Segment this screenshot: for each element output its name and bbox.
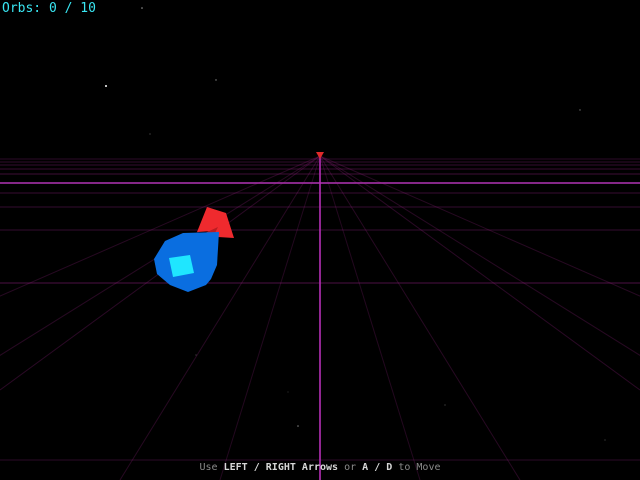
instructions-slash: / [374,462,381,473]
orbs-total: 10 [80,1,96,16]
star [297,425,299,427]
instructions-or: or [344,462,357,473]
key-d-label: D [386,462,393,473]
orb-counter: Orbs: 0 / 10 [2,1,96,17]
star [105,85,107,87]
key-left-label: LEFT [223,462,248,473]
star [149,133,151,135]
star [604,439,606,441]
orb-counter-label: Orbs: [2,1,42,16]
key-a-label: A [362,462,369,473]
game-scene [0,0,640,480]
star [141,7,143,9]
star [215,79,217,81]
orbs-collected: 0 [48,1,57,16]
arrows-label: Arrows [301,462,339,473]
game-viewport[interactable]: Orbs: 0 / 10 Use LEFT / RIGHT Arrows or … [0,0,640,480]
instructions-prefix: Use [199,462,218,473]
ship-cockpit [169,255,194,277]
controls-instructions: Use LEFT / RIGHT Arrows or A / D to Move [0,462,640,474]
star [444,404,446,406]
star [579,109,581,111]
instructions-suffix: to Move [398,462,441,473]
instructions-slash: / [253,462,260,473]
star [287,391,289,393]
key-right-label: RIGHT [265,462,296,473]
orb-counter-separator: / [64,1,73,16]
